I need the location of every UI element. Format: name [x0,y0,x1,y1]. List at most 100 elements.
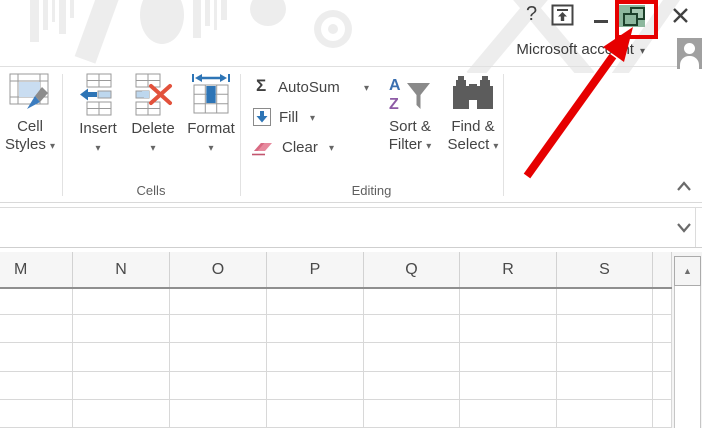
cell[interactable] [364,315,460,344]
fill-label: Fill [279,109,299,126]
cells-group-label: Cells [136,183,166,198]
cell[interactable] [460,371,557,400]
chevron-down-icon: ▾ [50,141,56,152]
cell[interactable] [557,315,653,344]
triangle-up-icon: ▲ [683,266,692,276]
column-header-Q[interactable]: Q [364,252,460,287]
person-icon [684,43,695,54]
chevron-down-icon: ▾ [329,143,335,154]
autosum-button[interactable]: Σ AutoSum ▾ [250,76,374,99]
microsoft-account-menu[interactable]: Microsoft account ▾ [433,41,645,58]
cell[interactable] [460,343,557,372]
fill-button[interactable]: Fill ▾ [250,107,330,129]
excel-window: ? Microsoft account ▾ Cell Styles ▾ Inse… [0,0,702,428]
cell[interactable] [73,371,170,400]
delete-cells-icon [127,72,179,120]
chevron-down-icon: ▾ [310,113,316,124]
scrollbar-thumb[interactable] [674,284,701,428]
cell[interactable] [557,287,653,316]
cell[interactable] [460,315,557,344]
column-header-M[interactable]: M [0,252,73,287]
svg-text:Z: Z [389,96,399,113]
format-cells-icon [184,72,238,120]
eraser-icon [252,143,272,156]
formula-bar-input[interactable] [6,212,656,240]
format-button[interactable]: Format ▾ [184,72,238,155]
cell[interactable] [364,287,460,316]
group-separator [240,74,241,196]
cell[interactable] [0,287,73,316]
insert-label: Insert [79,120,117,137]
cell[interactable] [557,399,653,428]
svg-text:A: A [389,77,401,94]
cell[interactable] [364,371,460,400]
chevron-down-icon: ▾ [150,143,156,154]
titlebar-divider [0,66,702,67]
editing-group-label: Editing [351,183,392,198]
cell[interactable] [653,399,672,428]
cell[interactable] [73,287,170,316]
chevron-down-icon: ▾ [426,141,432,152]
cell[interactable] [557,371,653,400]
cell[interactable] [73,399,170,428]
column-header-N[interactable]: N [73,252,170,287]
cell[interactable] [460,287,557,316]
autosum-label: AutoSum [278,79,340,96]
cell[interactable] [170,315,267,344]
insert-button[interactable]: Insert ▾ [73,72,123,155]
cell[interactable] [0,371,73,400]
insert-cells-icon [73,72,123,120]
cell[interactable] [267,343,364,372]
expand-formula-bar-icon[interactable] [676,222,692,233]
column-header-O[interactable]: O [170,252,267,287]
cell[interactable] [653,343,672,372]
sort-filter-button[interactable]: A Z Sort & Filter ▾ [380,74,440,154]
delete-button[interactable]: Delete ▾ [127,72,179,155]
help-icon[interactable]: ? [526,3,537,26]
chevron-down-icon: ▾ [639,46,645,57]
chevron-down-icon[interactable]: ▾ [364,83,369,95]
cell[interactable] [0,315,73,344]
chevron-down-icon: ▾ [95,143,101,154]
cell-styles-label: Cell [17,118,43,135]
close-icon[interactable] [672,7,689,24]
cell[interactable] [73,343,170,372]
cell[interactable] [267,315,364,344]
cell[interactable] [170,343,267,372]
cell[interactable] [460,399,557,428]
cell[interactable] [653,287,672,316]
format-label: Format [187,120,235,137]
find-select-label: Find & [451,118,495,135]
watermark [0,0,702,73]
minimize-icon[interactable] [594,20,608,23]
column-header-R[interactable]: R [460,252,557,287]
cell[interactable] [170,371,267,400]
binoculars-icon [442,74,504,118]
cell[interactable] [653,371,672,400]
cell-styles-button[interactable]: Cell Styles ▾ [0,70,60,154]
cell[interactable] [267,371,364,400]
cell[interactable] [73,315,170,344]
avatar[interactable] [677,38,702,69]
column-header-S[interactable]: S [557,252,653,287]
cell[interactable] [170,287,267,316]
scroll-up-button[interactable]: ▲ [674,256,701,286]
find-select-button[interactable]: Find & Select ▾ [442,74,504,154]
clear-button[interactable]: Clear ▾ [248,137,340,159]
cell[interactable] [364,399,460,428]
sort-filter-icon: A Z [380,74,440,118]
cell[interactable] [0,343,73,372]
cell[interactable] [267,399,364,428]
ribbon-display-options-icon[interactable] [551,4,574,26]
collapse-ribbon-icon[interactable] [676,181,692,192]
cell[interactable] [170,399,267,428]
ribbon-bottom-border [0,202,702,203]
column-header-partial[interactable] [653,252,672,287]
microsoft-account-label: Microsoft account [516,41,634,58]
column-header-P[interactable]: P [267,252,364,287]
cell[interactable] [0,399,73,428]
cell[interactable] [267,287,364,316]
cell[interactable] [653,315,672,344]
cell[interactable] [364,343,460,372]
cell[interactable] [557,343,653,372]
